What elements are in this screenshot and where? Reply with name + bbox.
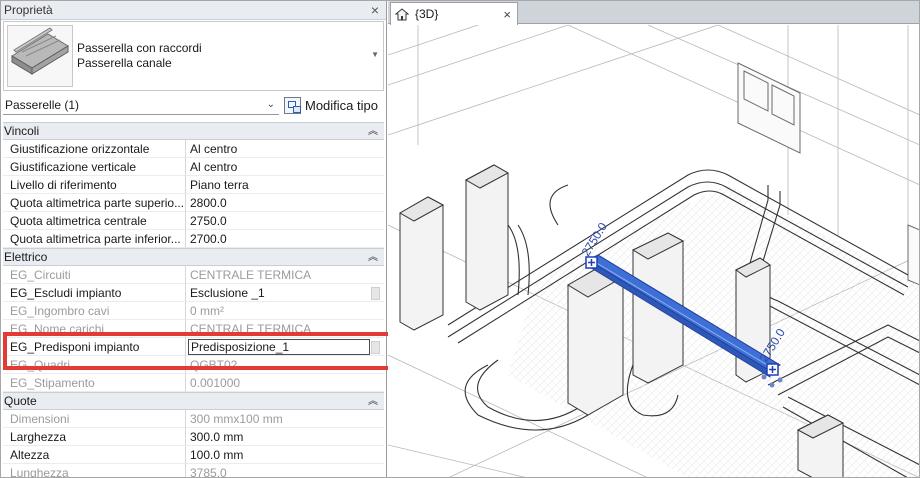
property-value[interactable]: Predisposizione_1 <box>186 338 384 356</box>
property-value[interactable]: Esclusione _1 <box>186 284 384 302</box>
property-name: Altezza <box>3 446 186 464</box>
type-dropdown-arrow-icon[interactable]: ▼ <box>371 50 379 59</box>
property-value: 3785.0 <box>186 464 384 478</box>
property-value: 0 mm² <box>186 302 384 320</box>
property-row[interactable]: Quota altimetrica centrale 2750.0 <box>3 212 384 230</box>
property-value[interactable]: 2700.0 <box>186 230 384 248</box>
property-name: EG_Predisponi impianto <box>3 338 186 356</box>
properties-grid: Vincoli ︽ Giustificazione orizzontale Al … <box>3 122 384 478</box>
properties-title: Proprietà <box>4 2 53 17</box>
property-row[interactable]: Giustificazione verticale Al centro <box>3 158 384 176</box>
cable-tray-thumbnail <box>7 25 73 87</box>
property-name: Quota altimetrica centrale <box>3 212 186 230</box>
property-row[interactable]: EG_Nome carichi CENTRALE TERMICA <box>3 320 384 338</box>
property-value: 0.001000 <box>186 374 384 392</box>
property-name: Lunghezza <box>3 464 186 478</box>
3d-model-drawing: 2750.0 2750.0 <box>388 25 920 478</box>
property-row[interactable]: EG_Quadri QGBT02 <box>3 356 384 374</box>
property-row[interactable]: EG_Ingombro cavi 0 mm² <box>3 302 384 320</box>
cable-tray-preview-icon <box>11 27 69 75</box>
type-name: Passerella con raccordi Passerella canal… <box>77 41 202 71</box>
property-row[interactable]: Quota altimetrica parte superio... 2800.0 <box>3 194 384 212</box>
property-value[interactable]: Al centro <box>186 140 384 158</box>
collapse-icon[interactable]: ︽ <box>368 394 378 410</box>
property-row[interactable]: Larghezza 300.0 mm <box>3 428 384 446</box>
type-subtype-name: Passerella canale <box>77 56 172 70</box>
properties-title-bar: Proprietà × <box>0 0 386 20</box>
property-row[interactable]: EG_Predisponi impianto Predisposizione_1 <box>3 338 384 356</box>
browse-button[interactable] <box>371 287 380 300</box>
close-properties-icon[interactable]: × <box>368 3 382 17</box>
property-value: CENTRALE TERMICA <box>186 320 384 338</box>
tab-label: {3D} <box>415 7 439 21</box>
group-label: Vincoli <box>4 124 40 138</box>
property-value[interactable]: 300.0 mm <box>186 428 384 446</box>
3d-viewport[interactable]: 2750.0 2750.0 <box>388 25 920 478</box>
instance-row: Passerelle (1) ⌄ Modifica tipo <box>0 93 386 117</box>
property-value[interactable]: 2750.0 <box>186 212 384 230</box>
group-header-vincoli[interactable]: Vincoli ︽ <box>3 122 384 140</box>
browse-button[interactable] <box>371 341 380 354</box>
edit-type-button[interactable]: Modifica tipo <box>283 95 379 115</box>
property-value[interactable]: 2800.0 <box>186 194 384 212</box>
property-name: Larghezza <box>3 428 186 446</box>
property-row[interactable]: EG_Escludi impianto Esclusione _1 <box>3 284 384 302</box>
edit-type-label: Modifica tipo <box>305 97 378 113</box>
property-name: EG_Escludi impianto <box>3 284 186 302</box>
property-name: Giustificazione orizzontale <box>3 140 186 158</box>
property-name: Quota altimetrica parte superio... <box>3 194 186 212</box>
property-value: QGBT02 <box>186 356 384 374</box>
property-name: Giustificazione verticale <box>3 158 186 176</box>
instance-filter-label: Passerelle (1) <box>5 98 80 112</box>
tab-3d-view[interactable]: {3D} × <box>390 2 518 25</box>
property-value[interactable]: 100.0 mm <box>186 446 384 464</box>
property-name: EG_Quadri <box>3 356 186 374</box>
property-value: 300 mmx100 mm <box>186 410 384 428</box>
property-row[interactable]: Livello di riferimento Piano terra <box>3 176 384 194</box>
type-family-name: Passerella con raccordi <box>77 41 202 55</box>
property-value[interactable]: Piano terra <box>186 176 384 194</box>
type-selector[interactable]: Passerella con raccordi Passerella canal… <box>3 21 384 91</box>
property-row[interactable]: Giustificazione orizzontale Al centro <box>3 140 384 158</box>
collapse-icon[interactable]: ︽ <box>368 250 378 266</box>
property-row[interactable]: EG_Circuiti CENTRALE TERMICA <box>3 266 384 284</box>
collapse-icon[interactable]: ︽ <box>368 124 378 140</box>
group-label: Quote <box>4 394 37 408</box>
property-value[interactable]: Al centro <box>186 158 384 176</box>
property-row[interactable]: Dimensioni 300 mmx100 mm <box>3 410 384 428</box>
property-value: CENTRALE TERMICA <box>186 266 384 284</box>
home-3d-icon <box>394 7 410 21</box>
property-row[interactable]: Altezza 100.0 mm <box>3 446 384 464</box>
property-row[interactable]: Quota altimetrica parte inferior... 2700.… <box>3 230 384 248</box>
property-name: Livello di riferimento <box>3 176 186 194</box>
view-tab-bar: {3D} × <box>388 0 920 25</box>
property-row[interactable]: Lunghezza 3785.0 <box>3 464 384 478</box>
instance-filter-dropdown[interactable]: Passerelle (1) ⌄ <box>3 95 279 115</box>
property-name: EG_Nome carichi <box>3 320 186 338</box>
property-edit-field[interactable]: Predisposizione_1 <box>188 339 370 355</box>
property-name: Dimensioni <box>3 410 186 428</box>
group-header-quote[interactable]: Quote ︽ <box>3 392 384 410</box>
group-label: Elettrico <box>4 250 48 264</box>
chevron-down-icon: ⌄ <box>266 99 275 110</box>
properties-panel: Proprietà × Passerella con raccordi Pass… <box>0 0 387 478</box>
property-row[interactable]: EG_Stipamento 0.001000 <box>3 374 384 392</box>
property-name: EG_Stipamento <box>3 374 186 392</box>
property-name: Quota altimetrica parte inferior... <box>3 230 186 248</box>
property-name: EG_Ingombro cavi <box>3 302 186 320</box>
property-value-text: Esclusione _1 <box>190 286 265 300</box>
close-tab-icon[interactable]: × <box>503 7 511 22</box>
property-name: EG_Circuiti <box>3 266 186 284</box>
edit-type-icon <box>284 96 301 114</box>
group-header-elettrico[interactable]: Elettrico ︽ <box>3 248 384 266</box>
